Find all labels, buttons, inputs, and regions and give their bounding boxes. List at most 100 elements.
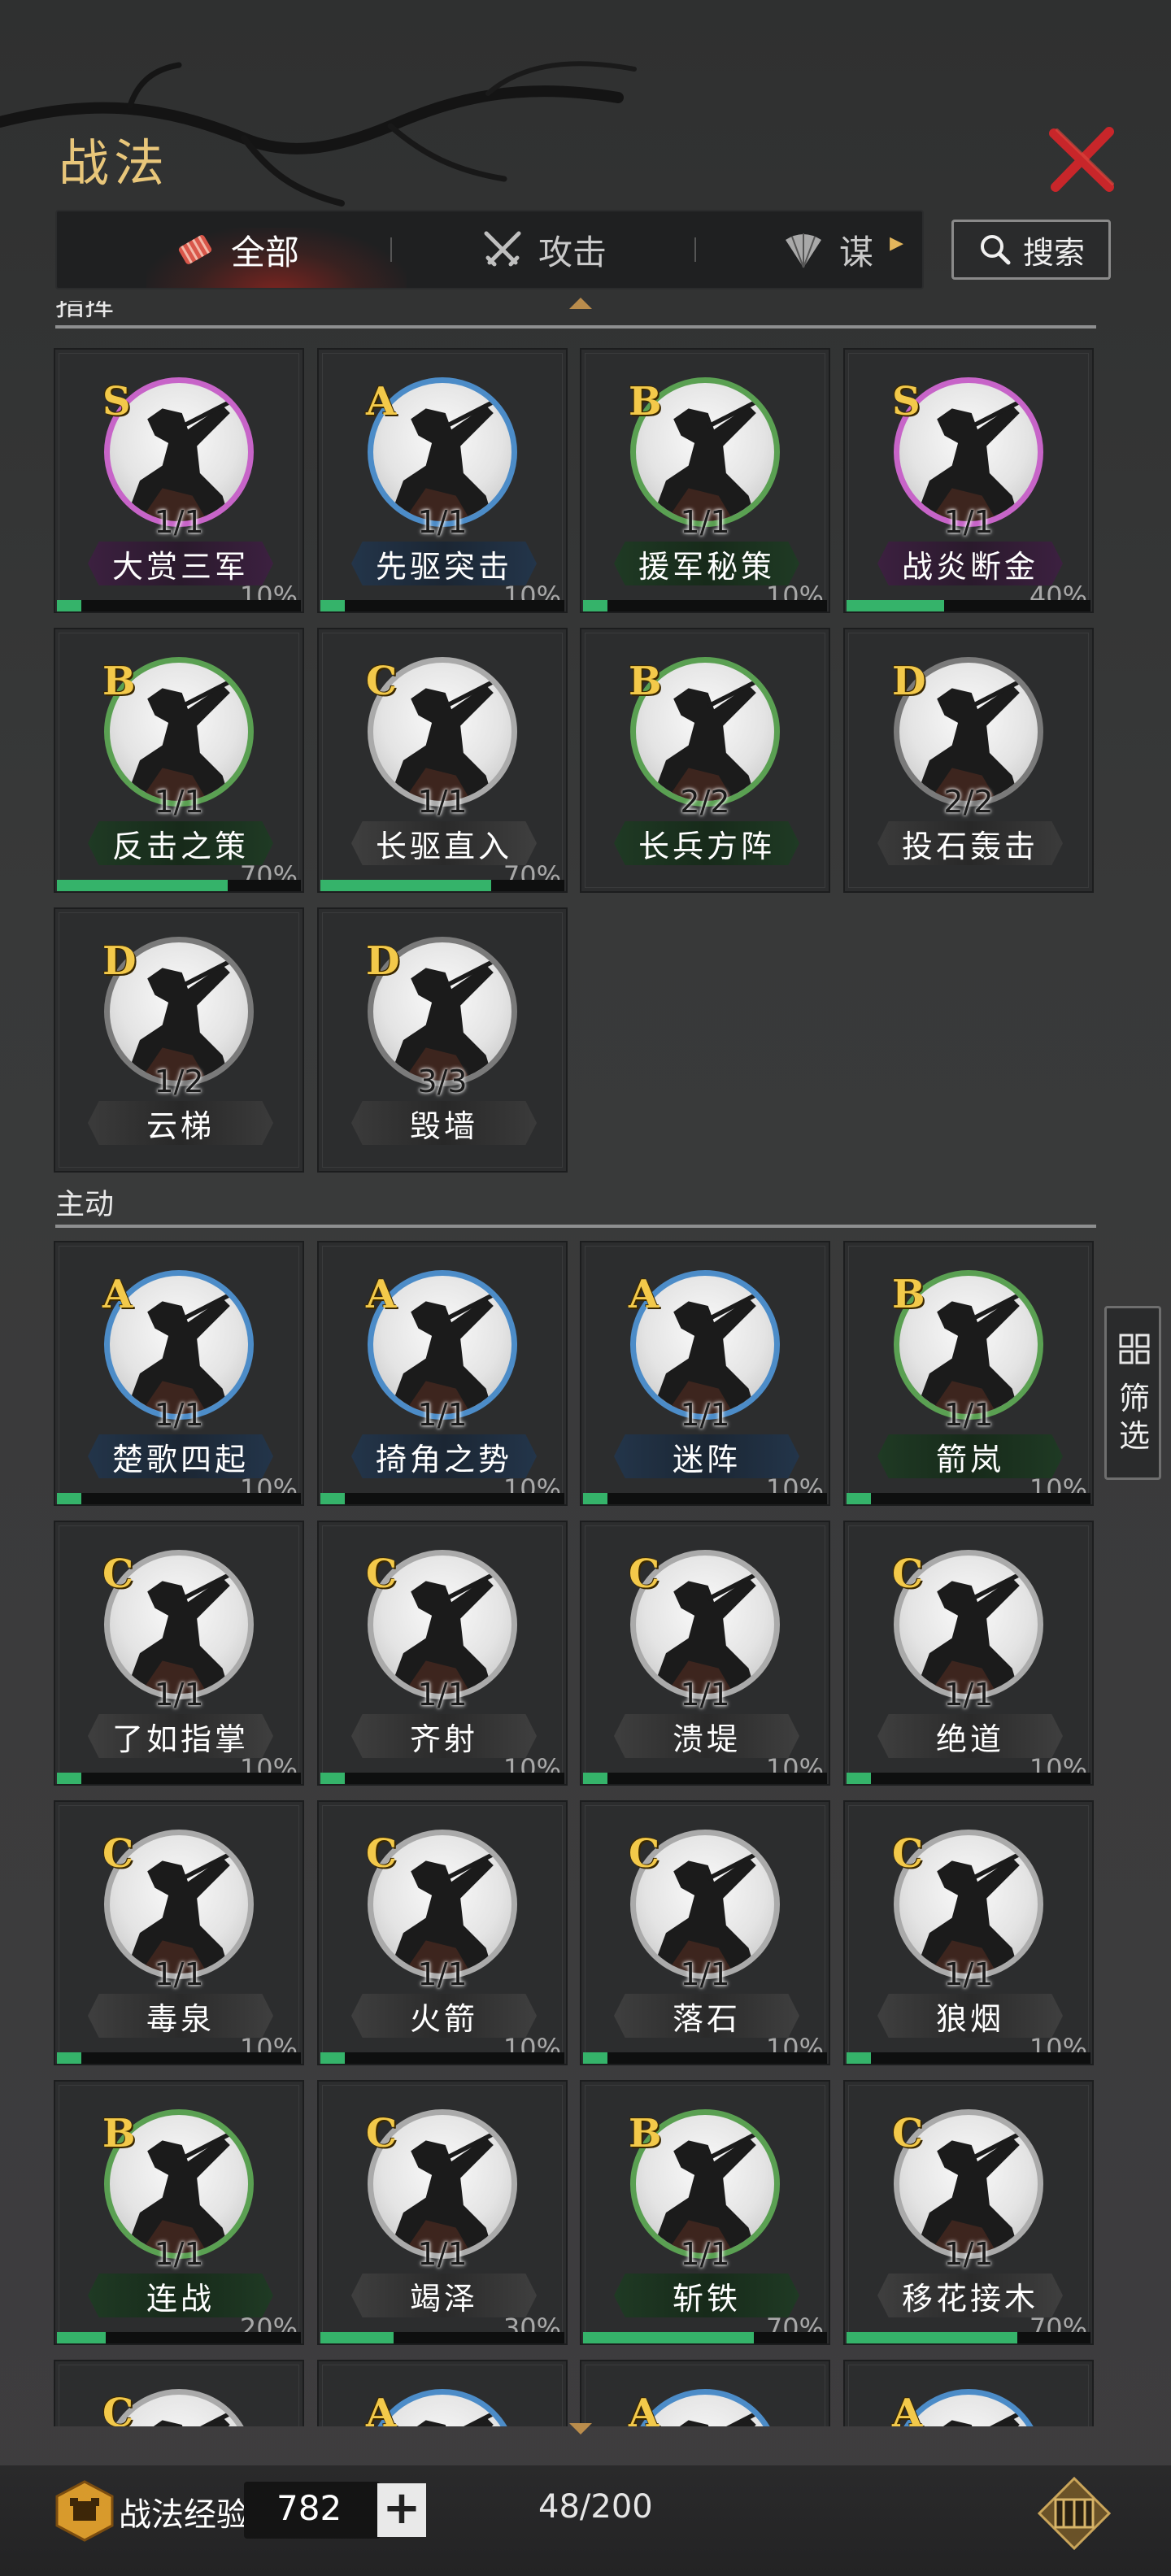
tactic-count: 1/1 bbox=[417, 2236, 468, 2272]
progress-bar bbox=[57, 1493, 301, 1504]
tactic-count: 1/1 bbox=[154, 1397, 204, 1433]
tab-attack[interactable]: 攻击 bbox=[480, 211, 607, 288]
tactic-card[interactable]: S 1/1 战炎断金 40% bbox=[843, 348, 1094, 613]
tactic-card[interactable]: A 1/1 掎角之势 10% bbox=[317, 1241, 568, 1506]
search-button[interactable]: 搜索 bbox=[951, 220, 1111, 280]
category-tab-bar: 全部 攻击 谋 bbox=[55, 210, 924, 289]
progress-bar bbox=[847, 2052, 1090, 2064]
tab-strategy[interactable]: 谋 bbox=[781, 211, 873, 288]
tactic-card[interactable]: D 2/2 投石轰击 bbox=[843, 628, 1094, 893]
section-header-active: 主动 bbox=[55, 1188, 1096, 1228]
tactic-card[interactable]: C 1/1 齐射 10% bbox=[317, 1521, 568, 1786]
tactic-card[interactable]: C 1/1 火箭 10% bbox=[317, 1800, 568, 2065]
progress-bar-fill bbox=[847, 2052, 871, 2064]
tab-divider bbox=[390, 237, 392, 262]
section-title: 主动 bbox=[55, 1188, 115, 1221]
filter-label: 筛选 bbox=[1118, 1381, 1150, 1454]
tactic-card[interactable]: A 1/1 楚歌四起 10% bbox=[54, 1241, 304, 1506]
scroll-icon[interactable] bbox=[1038, 2477, 1111, 2550]
progress-bar bbox=[583, 1493, 827, 1504]
tactic-card[interactable]: B 1/1 反击之策 70% bbox=[54, 628, 304, 893]
tactic-card[interactable]: B 2/2 长兵方阵 bbox=[580, 628, 830, 893]
exp-value: 782 bbox=[276, 2488, 342, 2528]
tactic-count: 1/1 bbox=[943, 504, 994, 540]
tactic-card[interactable]: C 1/1 移花接木 70% bbox=[843, 2080, 1094, 2345]
tactic-card[interactable]: A bbox=[843, 2360, 1094, 2426]
tactic-card[interactable]: C bbox=[54, 2360, 304, 2426]
tactic-card[interactable]: C 1/1 毒泉 10% bbox=[54, 1800, 304, 2065]
tactic-count: 1/1 bbox=[154, 1677, 204, 1712]
tactic-card[interactable]: C 1/1 落石 10% bbox=[580, 1800, 830, 2065]
exp-label: 战法经验 bbox=[119, 2496, 249, 2534]
search-label: 搜索 bbox=[1022, 234, 1085, 271]
tactic-card[interactable]: A bbox=[580, 2360, 830, 2426]
tactic-count: 1/1 bbox=[417, 784, 468, 820]
grade-label: C bbox=[892, 1551, 924, 1597]
progress-bar-fill bbox=[320, 2052, 345, 2064]
scroll-down-indicator-icon bbox=[569, 2423, 592, 2435]
progress-bar bbox=[320, 2052, 564, 2064]
tactic-card[interactable]: B 1/1 援军秘策 10% bbox=[580, 348, 830, 613]
progress-bar bbox=[583, 2332, 827, 2343]
tactic-count: 2/2 bbox=[943, 784, 994, 820]
section-title: 指挥 bbox=[55, 301, 115, 322]
tactic-name: 先驱突击 bbox=[351, 542, 537, 585]
add-exp-button[interactable]: + bbox=[377, 2483, 426, 2537]
filter-button[interactable]: 筛选 bbox=[1104, 1306, 1161, 1480]
tactic-card[interactable]: A 1/1 先驱突击 10% bbox=[317, 348, 568, 613]
grade-label: C bbox=[366, 1831, 398, 1877]
grade-label: S bbox=[102, 379, 131, 424]
progress-bar-fill bbox=[583, 1773, 607, 1784]
progress-bar-fill bbox=[583, 600, 607, 611]
tactic-card[interactable]: C 1/1 溃堤 10% bbox=[580, 1521, 830, 1786]
progress-bar-fill bbox=[57, 2052, 81, 2064]
grade-label: C bbox=[102, 1551, 134, 1597]
tactic-count: 3/3 bbox=[417, 1064, 468, 1099]
progress-bar-fill bbox=[847, 1773, 871, 1784]
tab-scroll-right-icon[interactable]: ▸ bbox=[890, 226, 903, 259]
crossed-swords-icon bbox=[484, 231, 521, 267]
tactic-card[interactable]: A bbox=[317, 2360, 568, 2426]
tactic-card[interactable]: A 1/1 迷阵 10% bbox=[580, 1241, 830, 1506]
tactic-name: 溃堤 bbox=[614, 1714, 799, 1758]
progress-bar-fill bbox=[57, 1493, 81, 1504]
close-icon[interactable] bbox=[1044, 122, 1119, 197]
grade-label: C bbox=[366, 1551, 398, 1597]
grade-label: B bbox=[629, 2111, 662, 2156]
tactic-name: 战炎断金 bbox=[877, 542, 1063, 585]
tactic-name: 移花接木 bbox=[877, 2274, 1063, 2317]
tactics-list[interactable]: S 1/1 大赏三军 10% A 1/1 先驱突击 10% B 1/1 援军秘策 10% S 1/1 战炎断… bbox=[0, 335, 1171, 2426]
tactic-count: 1/1 bbox=[943, 1677, 994, 1712]
grade-label: C bbox=[629, 1831, 660, 1877]
tactic-card[interactable]: C 1/1 长驱直入 70% bbox=[317, 628, 568, 893]
tactic-name: 斩铁 bbox=[614, 2274, 799, 2317]
progress-bar bbox=[57, 600, 301, 611]
tactic-count: 1/1 bbox=[154, 504, 204, 540]
tactic-card[interactable]: C 1/1 了如指掌 10% bbox=[54, 1521, 304, 1786]
progress-bar bbox=[320, 600, 564, 611]
grade-label: A bbox=[102, 1272, 133, 1317]
progress-bar bbox=[583, 2052, 827, 2064]
tactic-card[interactable]: D 3/3 毁墙 bbox=[317, 907, 568, 1173]
grade-label: D bbox=[102, 938, 137, 984]
grade-label: C bbox=[366, 659, 398, 704]
tactic-card[interactable]: B 1/1 斩铁 70% bbox=[580, 2080, 830, 2345]
clipped-section-header: 指挥 bbox=[0, 301, 1171, 337]
page-title: 战法 bbox=[59, 133, 170, 193]
tactic-name: 连战 bbox=[88, 2274, 273, 2317]
tactic-card[interactable]: B 1/1 箭岚 10% bbox=[843, 1241, 1094, 1506]
tactic-card[interactable]: B 1/1 连战 20% bbox=[54, 2080, 304, 2345]
tactic-name: 毒泉 bbox=[88, 1994, 273, 2038]
tactic-card[interactable]: D 1/2 云梯 bbox=[54, 907, 304, 1173]
progress-bar-fill bbox=[320, 600, 345, 611]
tactic-card[interactable]: C 1/1 狼烟 10% bbox=[843, 1800, 1094, 2065]
tactic-card[interactable]: S 1/1 大赏三军 10% bbox=[54, 348, 304, 613]
grade-label: A bbox=[629, 1272, 660, 1317]
tactic-count: 1/1 bbox=[680, 2236, 730, 2272]
grade-label: C bbox=[102, 1831, 134, 1877]
tactic-card[interactable]: C 1/1 竭泽 30% bbox=[317, 2080, 568, 2345]
tab-all[interactable]: 全部 bbox=[172, 211, 299, 288]
grid-icon bbox=[1119, 1334, 1150, 1364]
tactic-card[interactable]: C 1/1 绝道 10% bbox=[843, 1521, 1094, 1786]
tactic-name: 竭泽 bbox=[351, 2274, 537, 2317]
